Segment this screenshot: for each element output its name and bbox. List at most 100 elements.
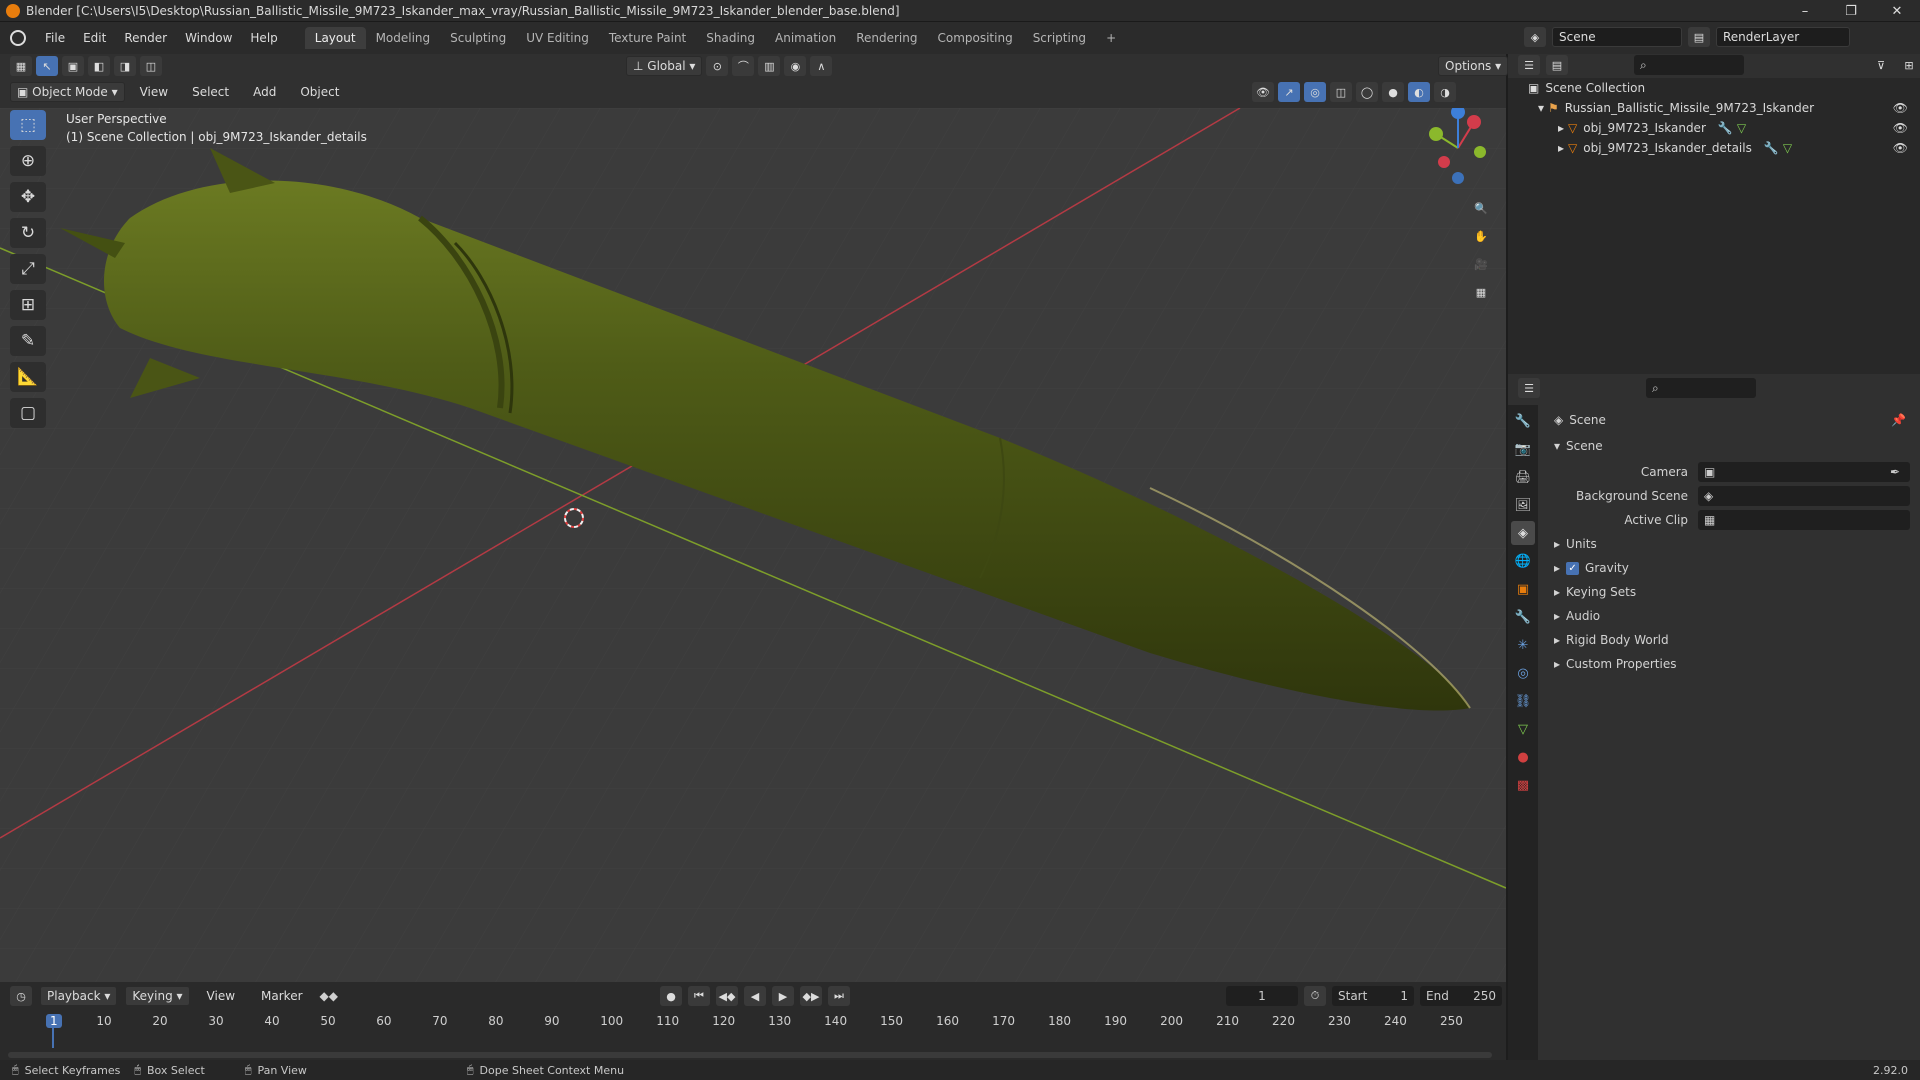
options-dropdown[interactable]: Options ▾ <box>1438 56 1509 76</box>
tab-layout[interactable]: Layout <box>304 27 366 49</box>
pivot-point-icon[interactable]: ⊙ <box>706 56 729 76</box>
outliner-search-input[interactable]: ⌕ <box>1634 55 1744 75</box>
tab-rendering[interactable]: Rendering <box>846 27 927 49</box>
panel-keying-sets[interactable]: ▸ Keying Sets <box>1548 580 1914 604</box>
data-tab-icon[interactable]: ▽ <box>1511 717 1535 741</box>
select-tool-icon[interactable]: ↖ <box>36 56 58 76</box>
tab-uv-editing[interactable]: UV Editing <box>516 27 599 49</box>
world-tab-icon[interactable]: 🌐 <box>1511 549 1535 573</box>
filter-icon[interactable]: ⊽ <box>1870 55 1892 75</box>
view-layer-tab-icon[interactable]: 🖼 <box>1511 493 1535 517</box>
viewport-menu-add[interactable]: Add <box>244 85 285 99</box>
texture-tab-icon[interactable]: ▩ <box>1511 773 1535 797</box>
rotate-tool-icon[interactable]: ↻ <box>10 218 46 248</box>
eyedropper-icon[interactable]: ✒ <box>1890 465 1900 479</box>
outliner-collection-row[interactable]: ▾ ⚑ Russian_Ballistic_Missile_9M723_Iska… <box>1508 98 1920 118</box>
pan-hand-icon[interactable]: ✋ <box>1470 226 1492 246</box>
new-collection-icon[interactable]: ⊞ <box>1898 55 1920 75</box>
render-layer-icon[interactable]: ▤ <box>1688 27 1710 47</box>
camera-field[interactable]: ▣ ✒ <box>1698 462 1910 482</box>
constraints-tab-icon[interactable]: ⛓ <box>1511 689 1535 713</box>
wireframe-shading-icon[interactable]: ◯ <box>1356 82 1378 102</box>
editor-type-icon[interactable]: ▦ <box>10 56 32 76</box>
jump-start-icon[interactable]: ⏮ <box>688 986 710 1006</box>
object-tab-icon[interactable]: ▣ <box>1511 577 1535 601</box>
select-mode-subtract-icon[interactable]: ◨ <box>114 56 136 76</box>
move-tool-icon[interactable]: ✥ <box>10 182 46 212</box>
keying-menu[interactable]: Keying ▾ <box>125 986 190 1006</box>
navigation-gizmo[interactable] <box>1418 108 1498 188</box>
viewport-menu-select[interactable]: Select <box>183 85 238 99</box>
menu-help[interactable]: Help <box>241 31 286 45</box>
scene-name-field[interactable]: Scene <box>1552 27 1682 47</box>
output-tab-icon[interactable]: 🖨 <box>1511 465 1535 489</box>
playback-menu[interactable]: Playback ▾ <box>40 986 118 1006</box>
panel-rigid-body-world[interactable]: ▸ Rigid Body World <box>1548 628 1914 652</box>
scene-panel-header[interactable]: ▾ Scene <box>1548 434 1914 458</box>
keyframe-icon[interactable]: ◆◆ <box>320 989 338 1003</box>
snap-icon[interactable]: ⌒ <box>732 56 755 76</box>
transform-tool-icon[interactable]: ⊞ <box>10 290 46 320</box>
visibility-eye-icon[interactable]: 👁 <box>1893 121 1908 135</box>
mesh-data-icon[interactable]: ▽ <box>1783 141 1792 155</box>
select-mode-intersect-icon[interactable]: ◫ <box>140 56 162 76</box>
solid-shading-icon[interactable]: ● <box>1382 82 1404 102</box>
expand-arrow-icon[interactable]: ▾ <box>1538 101 1544 115</box>
tab-scripting[interactable]: Scripting <box>1023 27 1096 49</box>
marker-menu[interactable]: Marker <box>252 989 311 1003</box>
menu-file[interactable]: File <box>36 31 74 45</box>
menu-render[interactable]: Render <box>115 31 176 45</box>
timeline-view-menu[interactable]: View <box>198 989 244 1003</box>
measure-tool-icon[interactable]: 📐 <box>10 362 46 392</box>
annotate-tool-icon[interactable]: ✎ <box>10 326 46 356</box>
select-mode-new-icon[interactable]: ▣ <box>62 56 84 76</box>
expand-arrow-icon[interactable]: ▸ <box>1558 121 1564 135</box>
tab-sculpting[interactable]: Sculpting <box>440 27 516 49</box>
gravity-checkbox[interactable]: ✓ <box>1566 561 1580 575</box>
select-mode-extend-icon[interactable]: ◧ <box>88 56 110 76</box>
outliner-object-row[interactable]: ▸ ▽ obj_9M723_Iskander_details 🔧 ▽ 👁 <box>1508 138 1920 158</box>
render-layer-field[interactable]: RenderLayer <box>1716 27 1850 47</box>
perspective-toggle-icon[interactable]: ▦ <box>1470 282 1492 302</box>
panel-gravity[interactable]: ▸ ✓ Gravity <box>1548 556 1914 580</box>
properties-editor-type-icon[interactable]: ☰ <box>1518 378 1540 398</box>
render-tab-icon[interactable]: 📷 <box>1511 437 1535 461</box>
mode-dropdown[interactable]: ▣ Object Mode ▾ <box>10 82 125 102</box>
playhead[interactable] <box>52 1028 54 1048</box>
menu-edit[interactable]: Edit <box>74 31 115 45</box>
display-mode-icon[interactable]: ▤ <box>1546 55 1568 75</box>
preview-range-icon[interactable]: ⏱ <box>1304 986 1326 1006</box>
tab-texture-paint[interactable]: Texture Paint <box>599 27 696 49</box>
particles-tab-icon[interactable]: ✳ <box>1511 633 1535 657</box>
prev-keyframe-icon[interactable]: ◀◆ <box>716 986 738 1006</box>
material-shading-icon[interactable]: ◐ <box>1408 82 1430 102</box>
3d-viewport[interactable]: User Perspective (1) Scene Collection | … <box>0 108 1506 982</box>
tab-animation[interactable]: Animation <box>765 27 846 49</box>
timeline-editor-type-icon[interactable]: ◷ <box>10 986 32 1006</box>
zoom-icon[interactable]: 🔍 <box>1470 198 1492 218</box>
active-clip-field[interactable]: ▦ <box>1698 510 1910 530</box>
jump-end-icon[interactable]: ⏭ <box>828 986 850 1006</box>
tool-tab-icon[interactable]: 🔧 <box>1511 409 1535 433</box>
visibility-eye-icon[interactable]: 👁 <box>1893 141 1908 155</box>
snap-target-icon[interactable]: ▥ <box>758 56 781 76</box>
timeline-scrollbar[interactable] <box>8 1052 1492 1058</box>
viewport-menu-view[interactable]: View <box>131 85 177 99</box>
physics-tab-icon[interactable]: ◎ <box>1511 661 1535 685</box>
scene-selector-icon[interactable]: ◈ <box>1524 27 1546 47</box>
minimize-button[interactable]: – <box>1782 0 1828 22</box>
select-box-tool-icon[interactable]: ⬚ <box>10 110 46 140</box>
current-frame-field[interactable]: 1 <box>1226 986 1298 1006</box>
mesh-data-icon[interactable]: ▽ <box>1737 121 1746 135</box>
scene-tab-icon[interactable]: ◈ <box>1511 521 1535 545</box>
visibility-icon[interactable]: 👁 <box>1252 82 1274 102</box>
blender-menu-icon[interactable] <box>10 30 26 46</box>
panel-audio[interactable]: ▸ Audio <box>1548 604 1914 628</box>
rendered-shading-icon[interactable]: ◑ <box>1434 82 1456 102</box>
scale-tool-icon[interactable]: ⤢ <box>10 254 46 284</box>
gizmo-toggle-icon[interactable]: ↗ <box>1278 82 1300 102</box>
end-frame-field[interactable]: End 250 <box>1420 986 1502 1006</box>
camera-view-icon[interactable]: 🎥 <box>1470 254 1492 274</box>
background-scene-field[interactable]: ◈ <box>1698 486 1910 506</box>
play-icon[interactable]: ▶ <box>772 986 794 1006</box>
